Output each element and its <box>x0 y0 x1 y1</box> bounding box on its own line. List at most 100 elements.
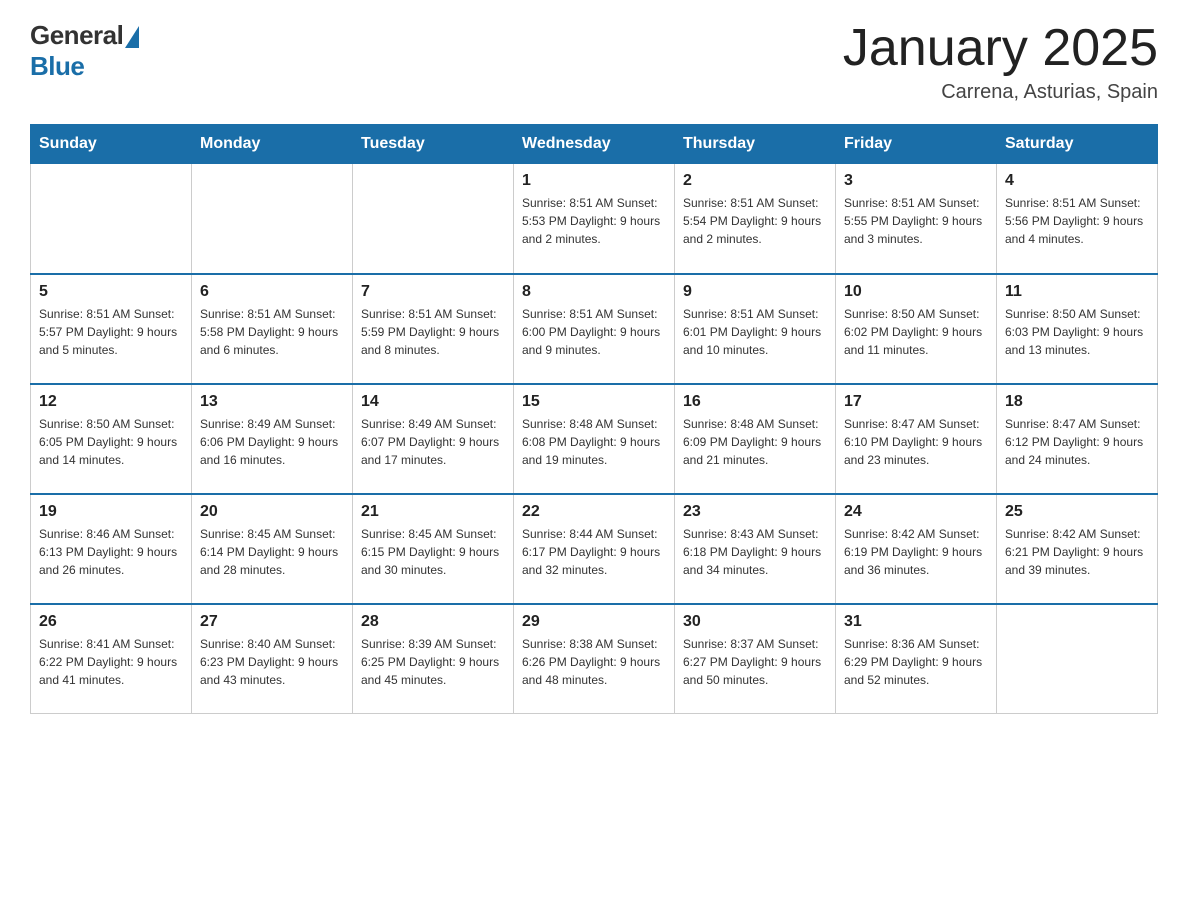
logo-triangle-icon <box>125 26 139 48</box>
calendar-table: SundayMondayTuesdayWednesdayThursdayFrid… <box>30 124 1158 714</box>
calendar-cell: 29 Sunrise: 8:38 AM Sunset: 6:26 PM Dayli… <box>514 604 675 714</box>
day-info: Sunrise: 8:47 AM Sunset: 6:10 PM Dayligh… <box>844 415 988 469</box>
calendar-cell: 20Sunrise: 8:45 AM Sunset: 6:14 PM Dayli… <box>192 494 353 604</box>
calendar-cell <box>997 604 1158 714</box>
page-header: General Blue January 2025 Carrena, Astur… <box>30 20 1158 104</box>
calendar-cell: 23 Sunrise: 8:43 AM Sunset: 6:18 PM Dayli… <box>675 494 836 604</box>
calendar-cell: 8Sunrise: 8:51 AM Sunset: 6:00 PM Daylig… <box>514 274 675 384</box>
calendar-cell: 15 Sunrise: 8:48 AM Sunset: 6:08 PM Dayli… <box>514 384 675 494</box>
days-of-week-row: SundayMondayTuesdayWednesdayThursdayFrid… <box>31 125 1158 164</box>
calendar-cell: 7Sunrise: 8:51 AM Sunset: 5:59 PM Daylig… <box>353 274 514 384</box>
day-info: Sunrise: 8:48 AM Sunset: 6:09 PM Dayligh… <box>683 415 827 469</box>
day-info: Sunrise: 8:51 AM Sunset: 5:55 PM Dayligh… <box>844 194 988 248</box>
day-number: 6 <box>200 283 344 301</box>
day-number: 18 <box>1005 393 1149 411</box>
day-info: Sunrise: 8:50 AM Sunset: 6:05 PM Dayligh… <box>39 415 183 469</box>
logo-general-text: General <box>30 20 123 51</box>
day-of-week-header: Thursday <box>675 125 836 164</box>
calendar-cell: 22Sunrise: 8:44 AM Sunset: 6:17 PM Dayli… <box>514 494 675 604</box>
calendar-cell: 9 Sunrise: 8:51 AM Sunset: 6:01 PM Daylig… <box>675 274 836 384</box>
calendar-subtitle: Carrena, Asturias, Spain <box>843 81 1158 104</box>
calendar-week-row: 1 Sunrise: 8:51 AM Sunset: 5:53 PM Daylig… <box>31 164 1158 274</box>
calendar-cell: 5 Sunrise: 8:51 AM Sunset: 5:57 PM Daylig… <box>31 274 192 384</box>
calendar-cell: 13 Sunrise: 8:49 AM Sunset: 6:06 PM Dayli… <box>192 384 353 494</box>
day-number: 7 <box>361 283 505 301</box>
day-info: Sunrise: 8:45 AM Sunset: 6:15 PM Dayligh… <box>361 525 505 579</box>
calendar-cell: 18 Sunrise: 8:47 AM Sunset: 6:12 PM Dayli… <box>997 384 1158 494</box>
calendar-week-row: 12Sunrise: 8:50 AM Sunset: 6:05 PM Dayli… <box>31 384 1158 494</box>
day-info: Sunrise: 8:49 AM Sunset: 6:07 PM Dayligh… <box>361 415 505 469</box>
day-info: Sunrise: 8:42 AM Sunset: 6:19 PM Dayligh… <box>844 525 988 579</box>
day-info: Sunrise: 8:37 AM Sunset: 6:27 PM Dayligh… <box>683 635 827 689</box>
calendar-cell: 26Sunrise: 8:41 AM Sunset: 6:22 PM Dayli… <box>31 604 192 714</box>
day-info: Sunrise: 8:48 AM Sunset: 6:08 PM Dayligh… <box>522 415 666 469</box>
calendar-cell: 16 Sunrise: 8:48 AM Sunset: 6:09 PM Dayli… <box>675 384 836 494</box>
day-of-week-header: Sunday <box>31 125 192 164</box>
day-info: Sunrise: 8:51 AM Sunset: 5:53 PM Dayligh… <box>522 194 666 248</box>
day-info: Sunrise: 8:43 AM Sunset: 6:18 PM Dayligh… <box>683 525 827 579</box>
day-number: 1 <box>522 172 666 190</box>
day-number: 17 <box>844 393 988 411</box>
day-number: 23 <box>683 503 827 521</box>
day-number: 4 <box>1005 172 1149 190</box>
day-number: 5 <box>39 283 183 301</box>
day-number: 2 <box>683 172 827 190</box>
calendar-cell: 11 Sunrise: 8:50 AM Sunset: 6:03 PM Dayli… <box>997 274 1158 384</box>
calendar-title: January 2025 <box>843 20 1158 77</box>
day-number: 11 <box>1005 283 1149 301</box>
day-of-week-header: Saturday <box>997 125 1158 164</box>
calendar-cell: 19 Sunrise: 8:46 AM Sunset: 6:13 PM Dayli… <box>31 494 192 604</box>
calendar-cell: 28Sunrise: 8:39 AM Sunset: 6:25 PM Dayli… <box>353 604 514 714</box>
day-info: Sunrise: 8:50 AM Sunset: 6:03 PM Dayligh… <box>1005 305 1149 359</box>
calendar-cell: 10Sunrise: 8:50 AM Sunset: 6:02 PM Dayli… <box>836 274 997 384</box>
calendar-cell: 1 Sunrise: 8:51 AM Sunset: 5:53 PM Daylig… <box>514 164 675 274</box>
day-number: 15 <box>522 393 666 411</box>
day-number: 20 <box>200 503 344 521</box>
day-info: Sunrise: 8:51 AM Sunset: 6:00 PM Dayligh… <box>522 305 666 359</box>
calendar-cell: 4 Sunrise: 8:51 AM Sunset: 5:56 PM Daylig… <box>997 164 1158 274</box>
day-info: Sunrise: 8:40 AM Sunset: 6:23 PM Dayligh… <box>200 635 344 689</box>
calendar-body: 1 Sunrise: 8:51 AM Sunset: 5:53 PM Daylig… <box>31 164 1158 714</box>
calendar-cell: 2 Sunrise: 8:51 AM Sunset: 5:54 PM Daylig… <box>675 164 836 274</box>
day-number: 31 <box>844 613 988 631</box>
day-info: Sunrise: 8:42 AM Sunset: 6:21 PM Dayligh… <box>1005 525 1149 579</box>
calendar-cell: 31 Sunrise: 8:36 AM Sunset: 6:29 PM Dayli… <box>836 604 997 714</box>
calendar-cell: 6 Sunrise: 8:51 AM Sunset: 5:58 PM Daylig… <box>192 274 353 384</box>
day-number: 24 <box>844 503 988 521</box>
day-info: Sunrise: 8:44 AM Sunset: 6:17 PM Dayligh… <box>522 525 666 579</box>
calendar-cell: 3Sunrise: 8:51 AM Sunset: 5:55 PM Daylig… <box>836 164 997 274</box>
title-section: January 2025 Carrena, Asturias, Spain <box>843 20 1158 104</box>
day-number: 16 <box>683 393 827 411</box>
calendar-cell: 21 Sunrise: 8:45 AM Sunset: 6:15 PM Dayli… <box>353 494 514 604</box>
calendar-week-row: 5 Sunrise: 8:51 AM Sunset: 5:57 PM Daylig… <box>31 274 1158 384</box>
day-number: 29 <box>522 613 666 631</box>
calendar-cell: 30 Sunrise: 8:37 AM Sunset: 6:27 PM Dayli… <box>675 604 836 714</box>
day-info: Sunrise: 8:36 AM Sunset: 6:29 PM Dayligh… <box>844 635 988 689</box>
day-info: Sunrise: 8:51 AM Sunset: 5:56 PM Dayligh… <box>1005 194 1149 248</box>
day-number: 14 <box>361 393 505 411</box>
logo: General Blue <box>30 20 139 82</box>
day-number: 21 <box>361 503 505 521</box>
day-info: Sunrise: 8:51 AM Sunset: 5:54 PM Dayligh… <box>683 194 827 248</box>
day-info: Sunrise: 8:41 AM Sunset: 6:22 PM Dayligh… <box>39 635 183 689</box>
day-info: Sunrise: 8:51 AM Sunset: 6:01 PM Dayligh… <box>683 305 827 359</box>
day-number: 13 <box>200 393 344 411</box>
day-number: 28 <box>361 613 505 631</box>
calendar-cell: 12Sunrise: 8:50 AM Sunset: 6:05 PM Dayli… <box>31 384 192 494</box>
calendar-cell: 17 Sunrise: 8:47 AM Sunset: 6:10 PM Dayli… <box>836 384 997 494</box>
day-number: 10 <box>844 283 988 301</box>
day-info: Sunrise: 8:38 AM Sunset: 6:26 PM Dayligh… <box>522 635 666 689</box>
day-number: 25 <box>1005 503 1149 521</box>
calendar-cell <box>31 164 192 274</box>
day-info: Sunrise: 8:49 AM Sunset: 6:06 PM Dayligh… <box>200 415 344 469</box>
day-info: Sunrise: 8:51 AM Sunset: 5:57 PM Dayligh… <box>39 305 183 359</box>
calendar-header: SundayMondayTuesdayWednesdayThursdayFrid… <box>31 125 1158 164</box>
logo-blue-text: Blue <box>30 51 84 82</box>
day-info: Sunrise: 8:47 AM Sunset: 6:12 PM Dayligh… <box>1005 415 1149 469</box>
day-number: 30 <box>683 613 827 631</box>
calendar-cell: 24 Sunrise: 8:42 AM Sunset: 6:19 PM Dayli… <box>836 494 997 604</box>
day-number: 9 <box>683 283 827 301</box>
day-number: 19 <box>39 503 183 521</box>
day-info: Sunrise: 8:51 AM Sunset: 5:58 PM Dayligh… <box>200 305 344 359</box>
day-info: Sunrise: 8:46 AM Sunset: 6:13 PM Dayligh… <box>39 525 183 579</box>
